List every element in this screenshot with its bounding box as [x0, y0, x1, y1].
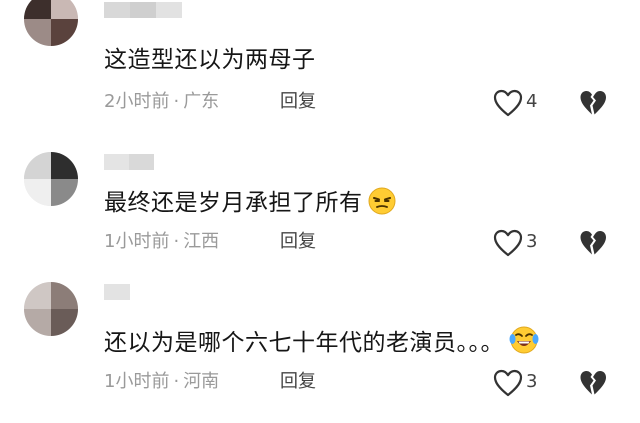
broken-heart-icon[interactable] [578, 228, 608, 258]
username-blurred[interactable] [104, 284, 130, 300]
like-count: 3 [526, 231, 538, 252]
broken-heart-icon[interactable] [578, 368, 608, 398]
smirk-emoji [368, 187, 395, 215]
reply-button[interactable]: 回复 [280, 90, 316, 114]
comment-location: 江西 [183, 231, 220, 252]
avatar[interactable] [24, 152, 78, 206]
comment-meta: 2小时前 · 广东 [104, 90, 219, 114]
heart-outline-icon[interactable] [492, 88, 524, 118]
comment-meta: 1小时前 · 河南 [104, 370, 219, 394]
comment-location: 河南 [183, 371, 220, 392]
crying-laughing-emoji [509, 326, 539, 354]
comment-list: 这造型还以为两母子 2小时前 · 广东 回复 4 最终还是岁月承担了所有 1小时… [0, 0, 640, 423]
comment-text: 还以为是哪个六七十年代的老演员。。。 [104, 324, 540, 359]
avatar[interactable] [24, 0, 78, 46]
comment-item: 最终还是岁月承担了所有 1小时前 · 江西 回复 3 [0, 140, 640, 280]
heart-outline-icon[interactable] [492, 368, 524, 398]
like-count: 3 [526, 371, 538, 392]
meta-separator: · [173, 231, 180, 252]
username-blurred[interactable] [104, 154, 154, 170]
comment-time: 1小时前 [104, 371, 170, 392]
comment-item: 还以为是哪个六七十年代的老演员。。。 1小时前 · 河南 回复 3 [0, 280, 640, 423]
avatar[interactable] [24, 282, 78, 336]
comment-meta: 1小时前 · 江西 [104, 230, 219, 254]
comment-item: 这造型还以为两母子 2小时前 · 广东 回复 4 [0, 0, 640, 140]
comment-time: 2小时前 [104, 91, 170, 112]
meta-separator: · [173, 91, 180, 112]
comment-text: 这造型还以为两母子 [104, 47, 316, 73]
heart-outline-icon[interactable] [492, 228, 524, 258]
comment-location: 广东 [183, 91, 220, 112]
broken-heart-icon[interactable] [578, 88, 608, 118]
reply-button[interactable]: 回复 [280, 370, 316, 394]
comment-time: 1小时前 [104, 231, 170, 252]
comment-text: 最终还是岁月承担了所有 [104, 186, 397, 219]
reply-button[interactable]: 回复 [280, 230, 316, 254]
meta-separator: · [173, 371, 180, 392]
username-blurred[interactable] [104, 2, 182, 18]
like-count: 4 [526, 91, 538, 112]
